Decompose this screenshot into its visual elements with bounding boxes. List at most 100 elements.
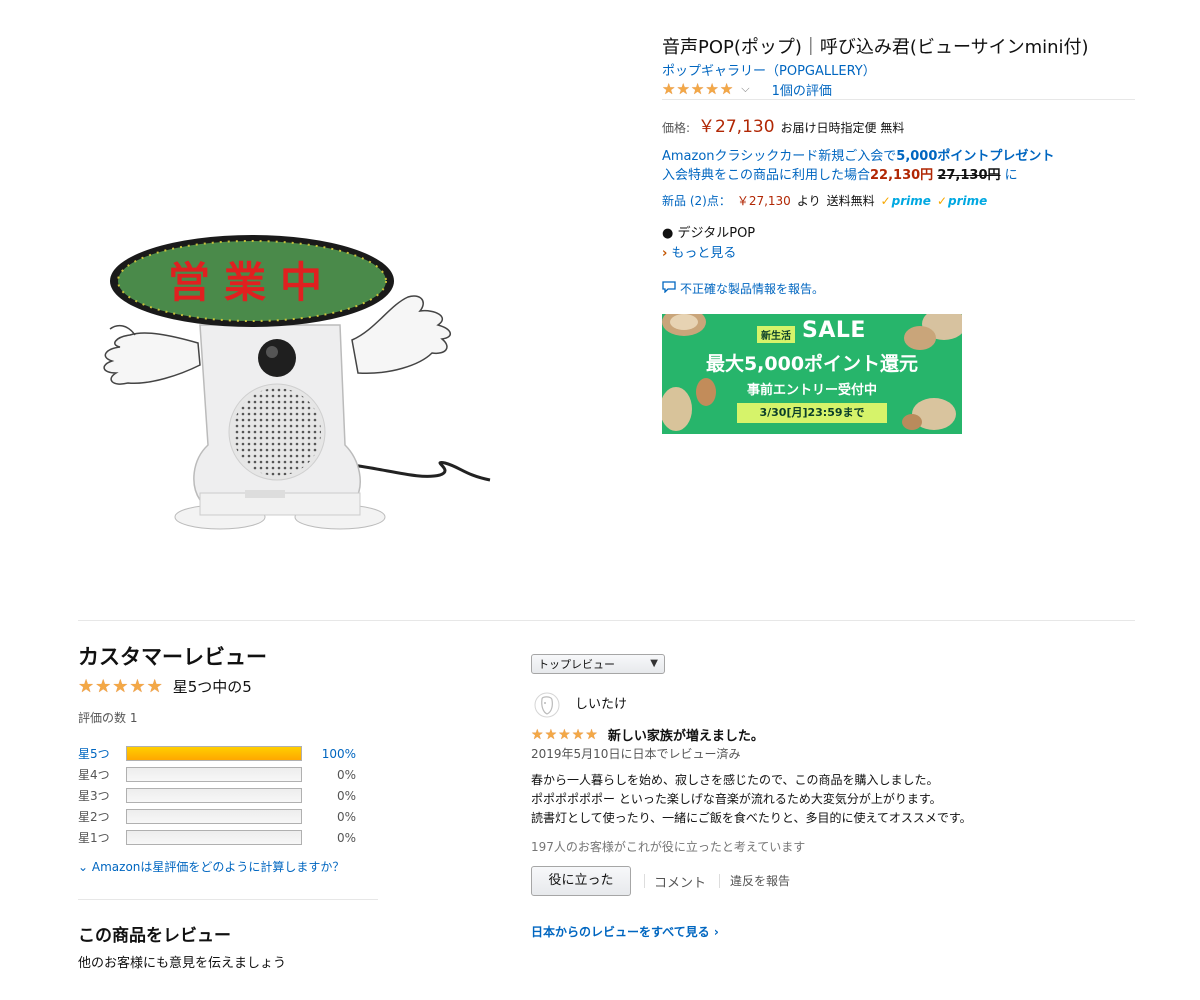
star-icon: ★ (95, 675, 112, 697)
check-icon: ✓ (880, 193, 891, 208)
review-sort-value: トップレビュー (538, 658, 615, 671)
histogram-bar (126, 788, 302, 803)
histogram-label: 星3つ (78, 789, 110, 803)
star-icon: ★ (705, 79, 719, 98)
new-offers-row: 新品 (2)点： ￥27,130 より 送料無料 ✓ prime ✓ prime (662, 192, 987, 209)
histogram-row-1: 星1つ 0% (78, 829, 368, 846)
new-offers-price: ￥27,130 (736, 194, 791, 208)
how-rating-calculated-label: Amazonは星評価をどのように計算しますか？ (91, 860, 345, 874)
feature-bullet: ● デジタルPOP (662, 222, 755, 241)
histogram-percent: 0% (336, 809, 356, 824)
helpful-count: 197人のお客様がこれが役に立ったと考えています (531, 840, 806, 854)
card-offer-line-1[interactable]: Amazonクラシックカード新規ご入会で5,000ポイントプレゼント (662, 145, 1054, 164)
overall-stars: ★ ★ ★ ★ ★ (78, 675, 163, 697)
delivery-note: お届け日時指定便 無料 (780, 121, 905, 135)
divider (78, 899, 378, 900)
sale-word: SALE (802, 318, 866, 343)
rating-stars[interactable]: ★ ★ ★ ★ ★ (662, 79, 733, 98)
new-offers-link[interactable]: 新品 (2)点： (662, 192, 731, 209)
review-sort-select[interactable]: トップレビュー ▼ (531, 654, 665, 674)
price-value: ￥27,130 (698, 117, 775, 137)
rating-summary: ★ ★ ★ ★ ★ ⌵ 1個の評価 (662, 79, 832, 99)
histogram-label: 星2つ (78, 810, 110, 824)
feature-bullet-text: デジタルPOP (677, 226, 756, 241)
prime-label: prime (891, 193, 931, 208)
review-body-line: 春から一人暮らしを始め、寂しさを感じたので、この商品を購入しました。 (531, 773, 939, 787)
avatar[interactable] (534, 692, 560, 718)
divider (662, 99, 1135, 100)
brand-link[interactable]: ポップギャラリー（POPGALLERY） (662, 60, 876, 79)
how-rating-calculated-link[interactable]: ⌄ Amazonは星評価をどのように計算しますか？ (78, 858, 344, 875)
histogram-percent: 0% (336, 788, 356, 803)
histogram-row-5[interactable]: 星5つ 100% (78, 745, 368, 762)
card-offer-suffix: に (1004, 168, 1018, 183)
price-label: 価格: (662, 121, 691, 135)
star-icon: ★ (78, 675, 95, 697)
histogram-percent[interactable]: 100% (302, 747, 356, 761)
chevron-down-icon[interactable]: ⌵ (741, 82, 749, 96)
histogram-bar (126, 830, 302, 845)
reviews-heading: カスタマーレビュー (78, 645, 267, 669)
review-date: 2019年5月10日に日本でレビュー済み (531, 747, 741, 761)
separator (644, 874, 645, 888)
prime-label: prime (948, 193, 988, 208)
see-all-reviews-link[interactable]: 日本からのレビューをすべて見る › (531, 923, 719, 940)
more-link[interactable]: › もっと見る (662, 242, 736, 261)
histogram-fill (127, 747, 301, 760)
histogram-bar (126, 767, 302, 782)
section-divider (78, 620, 1135, 621)
separator (719, 874, 720, 888)
sale-deadline: 3/30[月]23:59まで (737, 403, 887, 423)
review-stars[interactable]: ★ ★ ★ ★ ★ (531, 728, 598, 742)
overall-rating: ★ ★ ★ ★ ★ 星5つ中の5 (78, 676, 252, 697)
star-icon: ★ (544, 726, 558, 743)
more-link-label: もっと見る (671, 246, 737, 261)
report-incorrect-info-link[interactable]: 不正確な製品情報を報告。 (662, 280, 824, 297)
star-icon: ★ (112, 675, 129, 697)
prime-badge: ✓ prime (881, 194, 931, 208)
star-icon: ★ (662, 79, 676, 98)
product-image[interactable]: 営業中 (90, 225, 510, 540)
histogram-row-3: 星3つ 0% (78, 787, 368, 804)
star-icon: ★ (558, 726, 571, 743)
sale-main-text: 最大5,000ポイント還元 (705, 353, 919, 375)
sale-sub-text: 事前エントリー受付中 (746, 383, 877, 398)
histogram-row-4: 星4つ 0% (78, 766, 368, 783)
shipping-free: 送料無料 (826, 194, 875, 208)
review-body-line: ポポポポポポー といった楽しげな音楽が流れるため大変気分が上がります。 (531, 792, 942, 806)
card-offer-prefix: Amazonクラシックカード新規ご入会で (662, 149, 897, 164)
bullet-dot-icon: ● (662, 226, 674, 241)
comment-link[interactable]: コメント (654, 872, 706, 891)
card-offer-prefix-2: 入会特典をこの商品に利用した場合 (662, 168, 871, 183)
price-row: 価格: ￥27,130 お届け日時指定便 無料 (662, 112, 904, 137)
histogram-percent: 0% (336, 767, 356, 782)
review-title[interactable]: 新しい家族が増えました。 (608, 725, 764, 744)
sign-text: 営業中 (168, 258, 336, 307)
star-icon: ★ (531, 726, 544, 743)
card-offer-points: 5,000ポイントプレゼント (896, 149, 1055, 164)
write-review-heading: この商品をレビュー (78, 926, 231, 946)
reviewer-name[interactable]: しいたけ (575, 693, 627, 712)
chevron-down-icon: ▼ (650, 658, 658, 669)
rating-count-link[interactable]: 1個の評価 (772, 80, 832, 99)
histogram-bar[interactable] (126, 746, 302, 761)
report-abuse-link[interactable]: 違反を報告 (730, 872, 790, 889)
rating-count: 評価の数 1 (78, 711, 138, 725)
prime-badge: ✓ prime (937, 194, 987, 208)
histogram-percent: 0% (336, 830, 356, 845)
product-title: 音声POP(ポップ)｜呼び込み君(ビューサインmini付) (662, 37, 1089, 58)
card-offer-old-price: 27,130円 (937, 168, 1001, 183)
sale-banner[interactable]: 新生活 SALE 最大5,000ポイント還元 事前エントリー受付中 3/30[月… (662, 314, 962, 434)
star-icon: ★ (571, 726, 585, 743)
helpful-button[interactable]: 役に立った (531, 866, 631, 896)
star-icon: ★ (129, 675, 146, 697)
report-incorrect-info-label: 不正確な製品情報を報告。 (680, 282, 825, 296)
card-offer-line-2[interactable]: 入会特典をこの商品に利用した場合22,130円 27,130円 に (662, 164, 1018, 183)
star-icon: ★ (146, 675, 163, 697)
chevron-down-icon: ⌄ (78, 860, 89, 874)
sale-badge: 新生活 (757, 326, 795, 343)
new-offers-from: より (796, 194, 821, 208)
check-icon: ✓ (936, 193, 947, 208)
overall-rating-text: 星5つ中の5 (172, 678, 252, 696)
histogram-label[interactable]: 星5つ (78, 745, 126, 762)
